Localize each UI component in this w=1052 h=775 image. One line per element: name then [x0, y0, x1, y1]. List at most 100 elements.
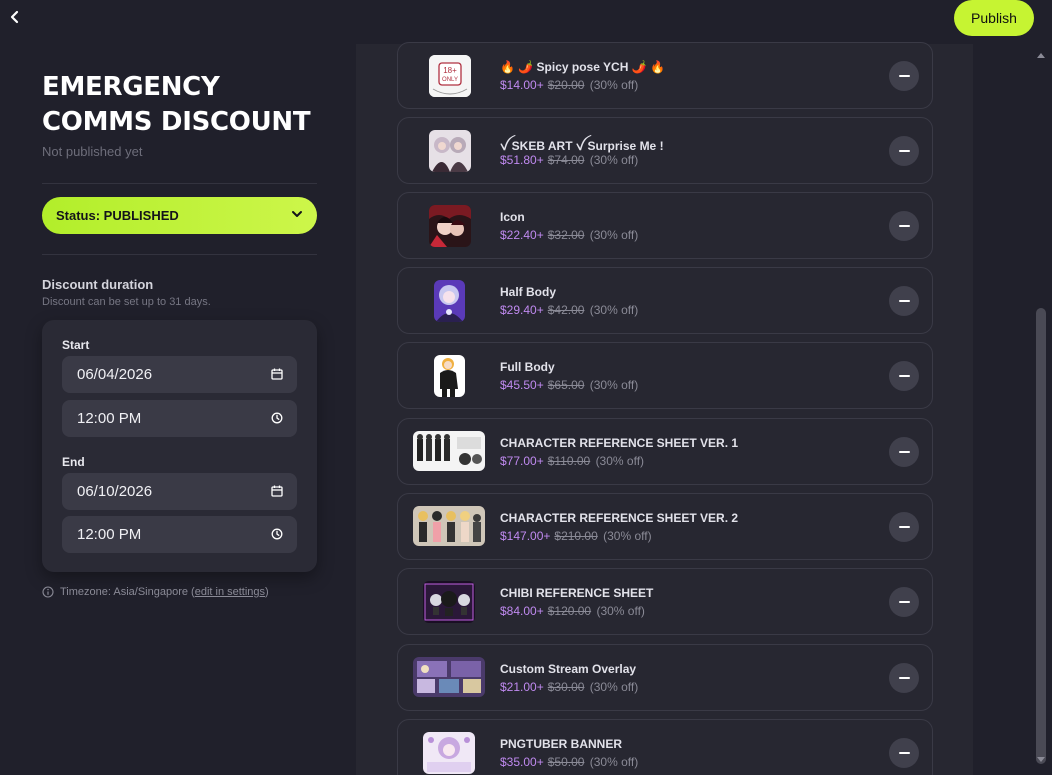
- calendar-icon: [271, 485, 283, 497]
- remove-item-button[interactable]: [889, 286, 919, 316]
- discount-percent: (30% off): [589, 378, 639, 392]
- list-item: CHARACTER REFERENCE SHEET VER. 2 $147.00…: [397, 493, 933, 560]
- discount-price: $147.00+: [500, 529, 551, 543]
- discount-percent: (30% off): [589, 153, 639, 167]
- discount-percent: (30% off): [603, 529, 652, 543]
- list-item: ꪜ SKEB ART ꪜ Surprise Me ! $51.80+ $74.00…: [397, 117, 933, 184]
- original-price: $50.00: [547, 755, 585, 769]
- product-thumbnail: 18+ ONLY: [429, 55, 471, 97]
- list-item: Icon $22.40+ $32.00 (30% off): [397, 192, 933, 259]
- minus-icon: [898, 526, 910, 528]
- discount-price: $22.40+: [500, 228, 544, 242]
- publish-button[interactable]: Publish: [954, 0, 1034, 36]
- timezone-text: Timezone: Asia/Singapore (: [60, 586, 195, 598]
- status-dropdown[interactable]: Status: PUBLISHED: [42, 197, 317, 234]
- product-thumbnail: [429, 205, 471, 247]
- svg-text:ONLY: ONLY: [442, 77, 458, 83]
- minus-icon: [898, 75, 910, 77]
- back-button[interactable]: [4, 6, 26, 28]
- list-item: CHARACTER REFERENCE SHEET VER. 1 $77.00+…: [397, 418, 933, 485]
- end-time-input[interactable]: 12:00 PM: [62, 516, 297, 553]
- svg-text:18+: 18+: [443, 66, 457, 75]
- product-name: CHARACTER REFERENCE SHEET VER. 1: [500, 436, 739, 450]
- minus-icon: [898, 375, 910, 377]
- product-price: $77.00+ $110.00 (30% off): [500, 454, 644, 468]
- minus-icon: [898, 300, 910, 302]
- duration-heading: Discount duration: [42, 277, 154, 292]
- discount-price: $21.00+: [500, 680, 544, 694]
- edit-settings-link[interactable]: edit in settings: [195, 586, 265, 598]
- product-price: $51.80+ $74.00 (30% off): [500, 153, 638, 167]
- timezone-close: ): [265, 586, 269, 598]
- discount-price: $84.00+: [500, 604, 544, 618]
- remove-item-button[interactable]: [889, 437, 919, 467]
- original-price: $20.00: [547, 78, 585, 92]
- discount-price: $35.00+: [500, 755, 544, 769]
- start-time-value: 12:00 PM: [77, 410, 142, 427]
- original-price: $110.00: [547, 454, 591, 468]
- remove-item-button[interactable]: [889, 211, 919, 241]
- product-thumbnail: [434, 355, 465, 397]
- minus-icon: [898, 677, 910, 679]
- product-price: $35.00+ $50.00 (30% off): [500, 755, 638, 769]
- end-time-value: 12:00 PM: [77, 526, 142, 543]
- original-price: $30.00: [547, 680, 585, 694]
- remove-item-button[interactable]: [889, 61, 919, 91]
- list-item: 18+ ONLY 🔥 🌶️ Spicy pose YCH 🌶️ 🔥 $14.00…: [397, 42, 933, 109]
- discount-percent: (30% off): [596, 604, 645, 618]
- product-price: $84.00+ $120.00 (30% off): [500, 604, 645, 618]
- list-item: CHIBI REFERENCE SHEET $84.00+ $120.00 (30…: [397, 568, 933, 635]
- remove-item-button[interactable]: [889, 512, 919, 542]
- scrollbar-thumb[interactable]: [1036, 308, 1046, 764]
- info-icon: [42, 586, 54, 598]
- start-time-input[interactable]: 12:00 PM: [62, 400, 297, 437]
- start-date-input[interactable]: 06/04/2026: [62, 356, 297, 393]
- discount-percent: (30% off): [589, 78, 639, 92]
- remove-item-button[interactable]: [889, 361, 919, 391]
- remove-item-button[interactable]: [889, 663, 919, 693]
- calendar-icon: [271, 368, 283, 380]
- minus-icon: [898, 225, 910, 227]
- product-name: Full Body: [500, 360, 555, 374]
- product-price: $45.50+ $65.00 (30% off): [500, 378, 638, 392]
- status-label: Status: PUBLISHED: [56, 208, 179, 223]
- product-thumbnail: [423, 732, 475, 774]
- chevron-left-icon: [10, 10, 19, 24]
- discount-price: $77.00+: [500, 454, 544, 468]
- discount-price: $14.00+: [500, 78, 544, 92]
- publish-state-text: Not published yet: [42, 144, 143, 159]
- discount-percent: (30% off): [589, 680, 639, 694]
- remove-item-button[interactable]: [889, 587, 919, 617]
- product-name: Custom Stream Overlay: [500, 662, 637, 676]
- divider: [42, 183, 317, 184]
- duration-hint: Discount can be set up to 31 days.: [42, 296, 211, 308]
- product-name: CHIBI REFERENCE SHEET: [500, 586, 654, 600]
- product-thumbnail: [413, 506, 485, 546]
- original-price: $120.00: [547, 604, 592, 618]
- product-price: $147.00+ $210.00 (30% off): [500, 529, 652, 543]
- end-date-value: 06/10/2026: [77, 483, 153, 500]
- list-item: PNGTUBER BANNER $35.00+ $50.00 (30% off): [397, 719, 933, 775]
- original-price: $74.00: [547, 153, 585, 167]
- minus-icon: [898, 150, 910, 152]
- product-name: CHARACTER REFERENCE SHEET VER. 2: [500, 511, 739, 525]
- product-thumbnail: [429, 130, 471, 172]
- minus-icon: [898, 601, 910, 603]
- original-price: $65.00: [547, 378, 585, 392]
- scroll-down-arrow[interactable]: [1035, 755, 1047, 765]
- discount-percent: (30% off): [589, 303, 639, 317]
- discount-percent: (30% off): [589, 755, 639, 769]
- remove-item-button[interactable]: [889, 136, 919, 166]
- chevron-down-icon: [292, 211, 302, 217]
- product-thumbnail: [434, 280, 465, 322]
- remove-item-button[interactable]: [889, 738, 919, 768]
- scroll-up-arrow[interactable]: [1035, 50, 1047, 60]
- original-price: $210.00: [554, 529, 598, 543]
- end-date-input[interactable]: 06/10/2026: [62, 473, 297, 510]
- start-label: Start: [62, 338, 90, 352]
- list-item: Half Body $29.40+ $42.00 (30% off): [397, 267, 933, 334]
- product-price: $22.40+ $32.00 (30% off): [500, 228, 638, 242]
- start-date-value: 06/04/2026: [77, 366, 153, 383]
- clock-icon: [271, 528, 283, 540]
- product-name: Half Body: [500, 285, 557, 299]
